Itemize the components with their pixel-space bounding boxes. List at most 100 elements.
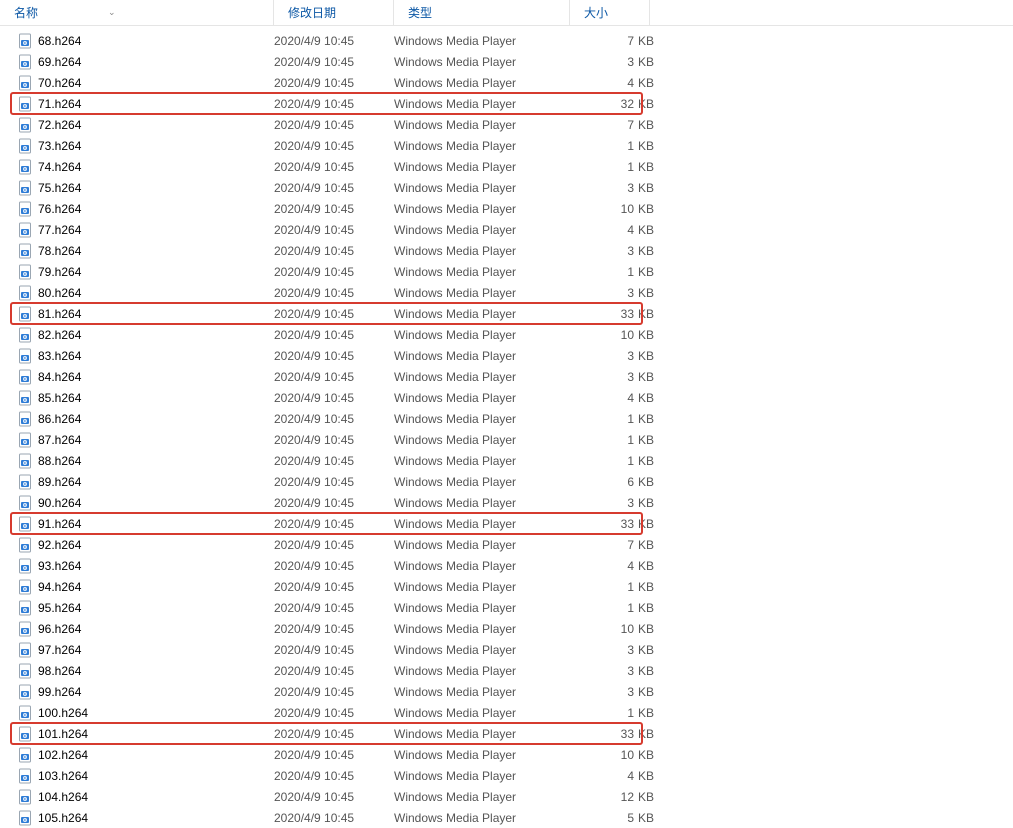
file-size-unit: KB	[636, 370, 660, 384]
file-type: Windows Media Player	[394, 559, 570, 573]
file-date: 2020/4/9 10:45	[274, 244, 394, 258]
file-row[interactable]: 71.h2642020/4/9 10:45Windows Media Playe…	[0, 93, 1013, 114]
media-file-icon	[18, 726, 34, 742]
column-header-date[interactable]: 修改日期	[274, 0, 394, 25]
file-date: 2020/4/9 10:45	[274, 433, 394, 447]
file-row[interactable]: 93.h2642020/4/9 10:45Windows Media Playe…	[0, 555, 1013, 576]
media-file-icon	[18, 75, 34, 91]
file-name: 87.h264	[38, 433, 274, 447]
file-row[interactable]: 74.h2642020/4/9 10:45Windows Media Playe…	[0, 156, 1013, 177]
file-size: 10	[570, 622, 636, 636]
file-row[interactable]: 83.h2642020/4/9 10:45Windows Media Playe…	[0, 345, 1013, 366]
media-file-icon	[18, 621, 34, 637]
file-date: 2020/4/9 10:45	[274, 622, 394, 636]
file-size-unit: KB	[636, 643, 660, 657]
file-date: 2020/4/9 10:45	[274, 391, 394, 405]
file-name: 98.h264	[38, 664, 274, 678]
file-date: 2020/4/9 10:45	[274, 55, 394, 69]
file-date: 2020/4/9 10:45	[274, 349, 394, 363]
file-row[interactable]: 81.h2642020/4/9 10:45Windows Media Playe…	[0, 303, 1013, 324]
file-date: 2020/4/9 10:45	[274, 202, 394, 216]
media-file-icon	[18, 705, 34, 721]
column-header-size[interactable]: 大小	[570, 0, 650, 25]
file-name: 71.h264	[38, 97, 274, 111]
file-row[interactable]: 104.h2642020/4/9 10:45Windows Media Play…	[0, 786, 1013, 807]
file-row[interactable]: 78.h2642020/4/9 10:45Windows Media Playe…	[0, 240, 1013, 261]
file-name: 93.h264	[38, 559, 274, 573]
file-row[interactable]: 102.h2642020/4/9 10:45Windows Media Play…	[0, 744, 1013, 765]
file-row[interactable]: 89.h2642020/4/9 10:45Windows Media Playe…	[0, 471, 1013, 492]
file-name: 78.h264	[38, 244, 274, 258]
file-type: Windows Media Player	[394, 664, 570, 678]
file-size-unit: KB	[636, 811, 660, 825]
file-type: Windows Media Player	[394, 454, 570, 468]
file-name: 95.h264	[38, 601, 274, 615]
file-row[interactable]: 97.h2642020/4/9 10:45Windows Media Playe…	[0, 639, 1013, 660]
file-row[interactable]: 84.h2642020/4/9 10:45Windows Media Playe…	[0, 366, 1013, 387]
file-size-unit: KB	[636, 496, 660, 510]
column-header-name[interactable]: 名称 ⌄	[0, 0, 274, 25]
file-type: Windows Media Player	[394, 34, 570, 48]
file-row[interactable]: 82.h2642020/4/9 10:45Windows Media Playe…	[0, 324, 1013, 345]
file-size: 3	[570, 643, 636, 657]
column-header-type[interactable]: 类型	[394, 0, 570, 25]
file-row[interactable]: 85.h2642020/4/9 10:45Windows Media Playe…	[0, 387, 1013, 408]
file-type: Windows Media Player	[394, 328, 570, 342]
file-size-unit: KB	[636, 622, 660, 636]
file-name: 85.h264	[38, 391, 274, 405]
file-row[interactable]: 98.h2642020/4/9 10:45Windows Media Playe…	[0, 660, 1013, 681]
file-row[interactable]: 103.h2642020/4/9 10:45Windows Media Play…	[0, 765, 1013, 786]
file-row[interactable]: 87.h2642020/4/9 10:45Windows Media Playe…	[0, 429, 1013, 450]
file-date: 2020/4/9 10:45	[274, 769, 394, 783]
file-row[interactable]: 105.h2642020/4/9 10:45Windows Media Play…	[0, 807, 1013, 828]
file-row[interactable]: 92.h2642020/4/9 10:45Windows Media Playe…	[0, 534, 1013, 555]
file-row[interactable]: 70.h2642020/4/9 10:45Windows Media Playe…	[0, 72, 1013, 93]
file-date: 2020/4/9 10:45	[274, 643, 394, 657]
file-size: 1	[570, 706, 636, 720]
media-file-icon	[18, 117, 34, 133]
file-size-unit: KB	[636, 790, 660, 804]
file-row[interactable]: 88.h2642020/4/9 10:45Windows Media Playe…	[0, 450, 1013, 471]
file-size-unit: KB	[636, 265, 660, 279]
file-row[interactable]: 96.h2642020/4/9 10:45Windows Media Playe…	[0, 618, 1013, 639]
file-size-unit: KB	[636, 223, 660, 237]
file-size: 7	[570, 34, 636, 48]
file-size: 10	[570, 328, 636, 342]
file-row[interactable]: 69.h2642020/4/9 10:45Windows Media Playe…	[0, 51, 1013, 72]
column-label: 大小	[584, 4, 608, 21]
file-date: 2020/4/9 10:45	[274, 580, 394, 594]
file-type: Windows Media Player	[394, 391, 570, 405]
file-row[interactable]: 68.h2642020/4/9 10:45Windows Media Playe…	[0, 30, 1013, 51]
file-size-unit: KB	[636, 391, 660, 405]
file-row[interactable]: 80.h2642020/4/9 10:45Windows Media Playe…	[0, 282, 1013, 303]
file-row[interactable]: 76.h2642020/4/9 10:45Windows Media Playe…	[0, 198, 1013, 219]
file-size-unit: KB	[636, 517, 660, 531]
file-row[interactable]: 73.h2642020/4/9 10:45Windows Media Playe…	[0, 135, 1013, 156]
file-size-unit: KB	[636, 181, 660, 195]
file-row[interactable]: 75.h2642020/4/9 10:45Windows Media Playe…	[0, 177, 1013, 198]
file-size: 3	[570, 55, 636, 69]
file-size: 3	[570, 181, 636, 195]
file-row[interactable]: 77.h2642020/4/9 10:45Windows Media Playe…	[0, 219, 1013, 240]
file-row[interactable]: 99.h2642020/4/9 10:45Windows Media Playe…	[0, 681, 1013, 702]
file-row[interactable]: 95.h2642020/4/9 10:45Windows Media Playe…	[0, 597, 1013, 618]
file-size: 7	[570, 538, 636, 552]
file-row[interactable]: 100.h2642020/4/9 10:45Windows Media Play…	[0, 702, 1013, 723]
file-row[interactable]: 91.h2642020/4/9 10:45Windows Media Playe…	[0, 513, 1013, 534]
file-row[interactable]: 101.h2642020/4/9 10:45Windows Media Play…	[0, 723, 1013, 744]
file-type: Windows Media Player	[394, 727, 570, 741]
file-date: 2020/4/9 10:45	[274, 328, 394, 342]
file-row[interactable]: 94.h2642020/4/9 10:45Windows Media Playe…	[0, 576, 1013, 597]
media-file-icon	[18, 327, 34, 343]
file-row[interactable]: 86.h2642020/4/9 10:45Windows Media Playe…	[0, 408, 1013, 429]
file-date: 2020/4/9 10:45	[274, 811, 394, 825]
file-date: 2020/4/9 10:45	[274, 97, 394, 111]
file-list: 68.h2642020/4/9 10:45Windows Media Playe…	[0, 26, 1013, 828]
file-type: Windows Media Player	[394, 307, 570, 321]
file-row[interactable]: 79.h2642020/4/9 10:45Windows Media Playe…	[0, 261, 1013, 282]
file-size: 5	[570, 811, 636, 825]
file-size-unit: KB	[636, 118, 660, 132]
file-name: 81.h264	[38, 307, 274, 321]
file-row[interactable]: 90.h2642020/4/9 10:45Windows Media Playe…	[0, 492, 1013, 513]
file-row[interactable]: 72.h2642020/4/9 10:45Windows Media Playe…	[0, 114, 1013, 135]
